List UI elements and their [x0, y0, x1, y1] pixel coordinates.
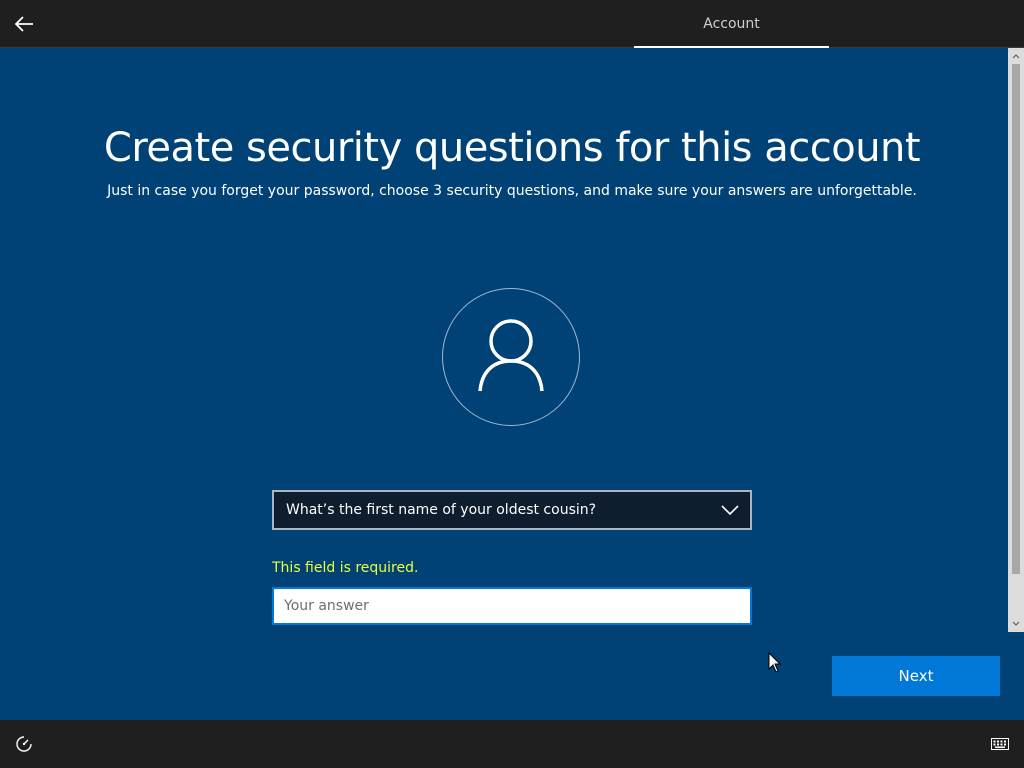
avatar: [442, 288, 580, 426]
chevron-up-icon: [1012, 54, 1020, 59]
error-message: This field is required.: [272, 560, 419, 576]
security-question-value: What’s the first name of your oldest cou…: [286, 502, 597, 518]
top-bar: Account: [0, 0, 1024, 48]
bottom-bar: [0, 720, 1024, 768]
ease-of-access-button[interactable]: [14, 734, 34, 754]
security-question-dropdown[interactable]: What’s the first name of your oldest cou…: [272, 490, 752, 530]
scroll-up-button[interactable]: [1008, 48, 1024, 64]
chevron-down-small-icon: [1012, 621, 1020, 626]
back-arrow-icon: [14, 16, 33, 32]
page-subtitle: Just in case you forget your password, c…: [107, 183, 917, 199]
keyboard-icon: [991, 738, 1009, 750]
user-icon: [478, 319, 544, 392]
answer-input[interactable]: [272, 587, 752, 625]
ease-of-access-icon: [16, 736, 32, 752]
tab-active-indicator: [634, 46, 829, 48]
chevron-down-icon: [721, 505, 739, 516]
scroll-down-button[interactable]: [1008, 616, 1024, 632]
mouse-cursor-icon: [768, 652, 782, 673]
tab-account[interactable]: Account: [634, 0, 829, 48]
next-button[interactable]: Next: [832, 656, 1000, 696]
page-title: Create security questions for this accou…: [103, 125, 921, 171]
tab-account-label: Account: [703, 15, 760, 32]
scrollbar-thumb[interactable]: [1012, 64, 1020, 574]
keyboard-button[interactable]: [990, 736, 1010, 752]
back-button[interactable]: [8, 8, 40, 40]
scrollbar[interactable]: [1008, 48, 1024, 632]
